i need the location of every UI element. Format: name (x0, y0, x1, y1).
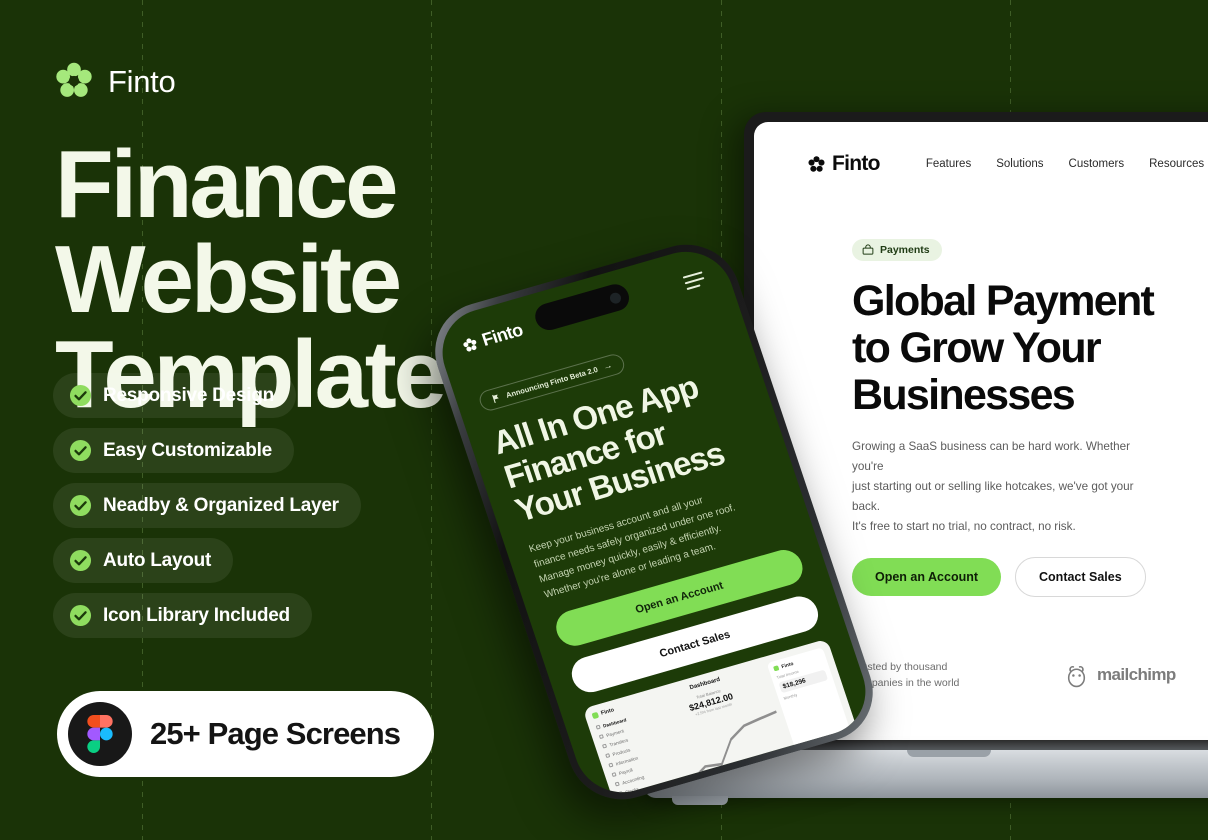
feature-label: Icon Library Included (103, 604, 290, 626)
check-circle-icon (69, 604, 92, 627)
figma-logo-wrapper (68, 702, 132, 766)
nav-link-resources[interactable]: Resources (1149, 158, 1204, 170)
dashboard-brand-label: Finto (600, 707, 615, 717)
hamburger-menu-icon[interactable] (682, 270, 707, 290)
gear-flower-icon (808, 155, 825, 172)
figma-logo-icon (87, 715, 113, 753)
feature-label: Neadby & Organized Layer (103, 494, 339, 516)
gear-flower-icon (463, 337, 477, 352)
feature-label: Responsive Design (103, 384, 275, 406)
feature-pill-easy-customizable[interactable]: Easy Customizable (53, 428, 294, 473)
flag-icon (492, 394, 499, 404)
open-account-button[interactable]: Open an Account (852, 558, 1002, 597)
hero-body-line-1: Growing a SaaS business can be hard work… (852, 439, 1131, 473)
headline-line-1: Finance Website (55, 131, 402, 334)
feature-label: Easy Customizable (103, 439, 272, 461)
feature-pill-responsive-design[interactable]: Responsive Design (53, 373, 297, 418)
feature-pill-organized-layer[interactable]: Neadby & Organized Layer (53, 483, 361, 528)
feature-label: Auto Layout (103, 549, 212, 571)
feature-pill-auto-layout[interactable]: Auto Layout (53, 538, 234, 583)
nav-link-features[interactable]: Features (926, 158, 971, 170)
payments-badge-label: Payments (880, 244, 930, 256)
brand-name: Finto (108, 63, 176, 99)
check-circle-icon (69, 384, 92, 407)
wallet-icon (862, 244, 874, 255)
feature-list: Responsive Design Easy Customizable Nead… (53, 373, 361, 638)
page-screens-badge[interactable]: 25+ Page Screens (57, 691, 435, 777)
laptop-nav-links: Features Solutions Customers Resources P… (926, 158, 1208, 170)
laptop-foot (672, 796, 728, 805)
brand-logo[interactable]: Finto (55, 62, 176, 100)
check-circle-icon (69, 549, 92, 572)
check-circle-icon (69, 494, 92, 517)
laptop-brand-name: Finto (832, 152, 881, 175)
announcement-label: Announcing Finto Beta 2.0 (504, 365, 600, 400)
hero-title-line-1: Global Payment (852, 277, 1155, 325)
laptop-navbar: Finto Features Solutions Customers Resou… (754, 122, 1208, 176)
mailchimp-wordmark: mailchimp (1097, 665, 1176, 685)
poster-canvas: Finto Finance Website Template Responsiv… (0, 0, 1208, 840)
hero-body-line-3: It's free to start no trial, no contract… (852, 520, 1076, 534)
hero-title-line-3: Businesses (852, 370, 1076, 419)
partner-logos: mailchimp (1064, 663, 1176, 688)
hero-title-line-2: to Grow Your (852, 323, 1102, 372)
contact-sales-button[interactable]: Contact Sales (1015, 557, 1146, 598)
payments-badge: Payments (852, 239, 942, 261)
laptop-hero-title: Global Payment to Grow Your Businesses (852, 278, 1182, 419)
laptop-brand-logo[interactable]: Finto (808, 152, 881, 176)
check-circle-icon (69, 439, 92, 462)
arrow-right-icon: → (601, 359, 614, 372)
laptop-hero-body: Growing a SaaS business can be hard work… (852, 437, 1164, 538)
hero-body-line-2: just starting out or selling like hotcak… (852, 479, 1134, 513)
laptop-hero-buttons: Open an Account Contact Sales (852, 557, 1208, 598)
nav-link-customers[interactable]: Customers (1069, 158, 1125, 170)
mailchimp-icon (1067, 665, 1086, 688)
flower-logo-icon (56, 62, 92, 97)
badge-label: 25+ Page Screens (150, 716, 401, 751)
feature-pill-icon-library[interactable]: Icon Library Included (53, 593, 312, 638)
nav-link-solutions[interactable]: Solutions (996, 158, 1043, 170)
trust-line-1: Trusted by thousand (852, 661, 948, 674)
